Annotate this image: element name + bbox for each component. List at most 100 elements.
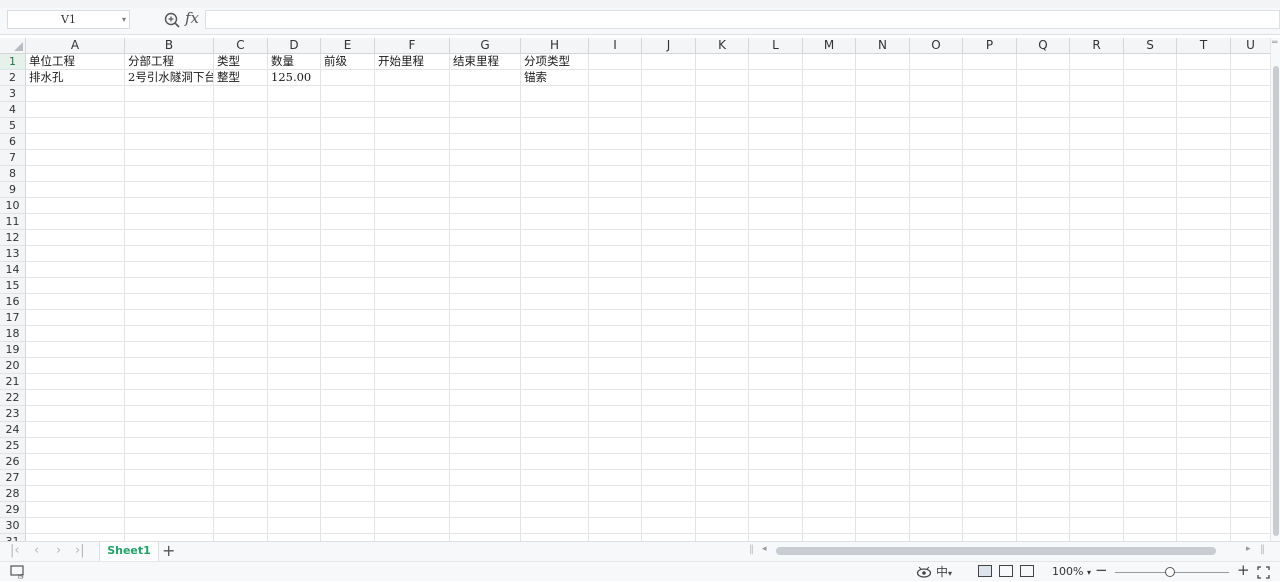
cell-q22[interactable] [1017, 390, 1070, 406]
cell-g24[interactable] [450, 422, 521, 438]
cell-u3[interactable] [1231, 86, 1270, 102]
cell-d19[interactable] [268, 342, 321, 358]
cell-o22[interactable] [910, 390, 963, 406]
horizontal-scroll-thumb[interactable] [776, 547, 1216, 555]
cell-j28[interactable] [642, 486, 696, 502]
cell-e12[interactable] [321, 230, 375, 246]
cell-j9[interactable] [642, 182, 696, 198]
cell-i25[interactable] [589, 438, 642, 454]
cell-r6[interactable] [1070, 134, 1124, 150]
cell-a26[interactable] [26, 454, 125, 470]
cell-n17[interactable] [856, 310, 910, 326]
eye-protect-icon[interactable] [916, 565, 933, 579]
cell-j8[interactable] [642, 166, 696, 182]
cell-t30[interactable] [1177, 518, 1231, 534]
cell-a16[interactable] [26, 294, 125, 310]
cell-d5[interactable] [268, 118, 321, 134]
cell-j25[interactable] [642, 438, 696, 454]
cell-e11[interactable] [321, 214, 375, 230]
column-header-h[interactable]: H [521, 38, 589, 54]
cell-i11[interactable] [589, 214, 642, 230]
cell-h8[interactable] [521, 166, 589, 182]
cell-l4[interactable] [749, 102, 803, 118]
cell-r7[interactable] [1070, 150, 1124, 166]
cell-o25[interactable] [910, 438, 963, 454]
cell-l10[interactable] [749, 198, 803, 214]
cell-d25[interactable] [268, 438, 321, 454]
cell-u22[interactable] [1231, 390, 1270, 406]
cell-c21[interactable] [214, 374, 268, 390]
cell-s24[interactable] [1124, 422, 1177, 438]
cell-a23[interactable] [26, 406, 125, 422]
cell-n20[interactable] [856, 358, 910, 374]
cell-j17[interactable] [642, 310, 696, 326]
cell-f24[interactable] [375, 422, 450, 438]
cell-k17[interactable] [696, 310, 749, 326]
cell-p20[interactable] [963, 358, 1017, 374]
cell-t20[interactable] [1177, 358, 1231, 374]
scroll-right-icon[interactable]: ▸ [1246, 544, 1251, 554]
cell-n27[interactable] [856, 470, 910, 486]
cell-n23[interactable] [856, 406, 910, 422]
cell-i30[interactable] [589, 518, 642, 534]
cell-k3[interactable] [696, 86, 749, 102]
cell-s9[interactable] [1124, 182, 1177, 198]
cell-k12[interactable] [696, 230, 749, 246]
cell-q24[interactable] [1017, 422, 1070, 438]
cell-d9[interactable] [268, 182, 321, 198]
cell-t18[interactable] [1177, 326, 1231, 342]
zoom-level[interactable]: 100% ▾ [1052, 565, 1091, 578]
cell-s2[interactable] [1124, 70, 1177, 86]
row-header-24[interactable]: 24 [0, 422, 26, 438]
cell-b13[interactable] [125, 246, 214, 262]
cell-n26[interactable] [856, 454, 910, 470]
cell-p14[interactable] [963, 262, 1017, 278]
cell-b25[interactable] [125, 438, 214, 454]
spreadsheet-grid[interactable]: A B C D E F G H I J K L M N O P Q R S T U 1 单位工程 分部工程 类型 数量 前级 开始里程… [0, 38, 1270, 541]
cell-f2[interactable] [375, 70, 450, 86]
cell-o17[interactable] [910, 310, 963, 326]
cell-b17[interactable] [125, 310, 214, 326]
cell-b9[interactable] [125, 182, 214, 198]
cell-k4[interactable] [696, 102, 749, 118]
prev-sheet-icon[interactable]: ‹ [34, 543, 39, 559]
cell-i31[interactable] [589, 534, 642, 541]
cell-i27[interactable] [589, 470, 642, 486]
cell-g9[interactable] [450, 182, 521, 198]
cell-j1[interactable] [642, 54, 696, 70]
cell-b7[interactable] [125, 150, 214, 166]
cell-k8[interactable] [696, 166, 749, 182]
cell-d2[interactable]: 125.00 [268, 70, 321, 86]
column-header-q[interactable]: Q [1017, 38, 1070, 54]
cell-u2[interactable] [1231, 70, 1270, 86]
row-header-23[interactable]: 23 [0, 406, 26, 422]
cell-p16[interactable] [963, 294, 1017, 310]
cell-b5[interactable] [125, 118, 214, 134]
cell-q18[interactable] [1017, 326, 1070, 342]
cell-b3[interactable] [125, 86, 214, 102]
cell-m17[interactable] [803, 310, 856, 326]
cell-k7[interactable] [696, 150, 749, 166]
cell-a12[interactable] [26, 230, 125, 246]
cell-l21[interactable] [749, 374, 803, 390]
cell-g3[interactable] [450, 86, 521, 102]
cell-f1[interactable]: 开始里程 [375, 54, 450, 70]
row-header-10[interactable]: 10 [0, 198, 26, 214]
cell-p15[interactable] [963, 278, 1017, 294]
cell-p12[interactable] [963, 230, 1017, 246]
cell-h26[interactable] [521, 454, 589, 470]
cell-s16[interactable] [1124, 294, 1177, 310]
cell-c24[interactable] [214, 422, 268, 438]
cell-i2[interactable] [589, 70, 642, 86]
cell-q6[interactable] [1017, 134, 1070, 150]
cell-a5[interactable] [26, 118, 125, 134]
cell-i17[interactable] [589, 310, 642, 326]
cell-t29[interactable] [1177, 502, 1231, 518]
cell-s26[interactable] [1124, 454, 1177, 470]
column-header-s[interactable]: S [1124, 38, 1177, 54]
cell-g8[interactable] [450, 166, 521, 182]
cell-p6[interactable] [963, 134, 1017, 150]
cell-j26[interactable] [642, 454, 696, 470]
cell-h4[interactable] [521, 102, 589, 118]
cell-r18[interactable] [1070, 326, 1124, 342]
